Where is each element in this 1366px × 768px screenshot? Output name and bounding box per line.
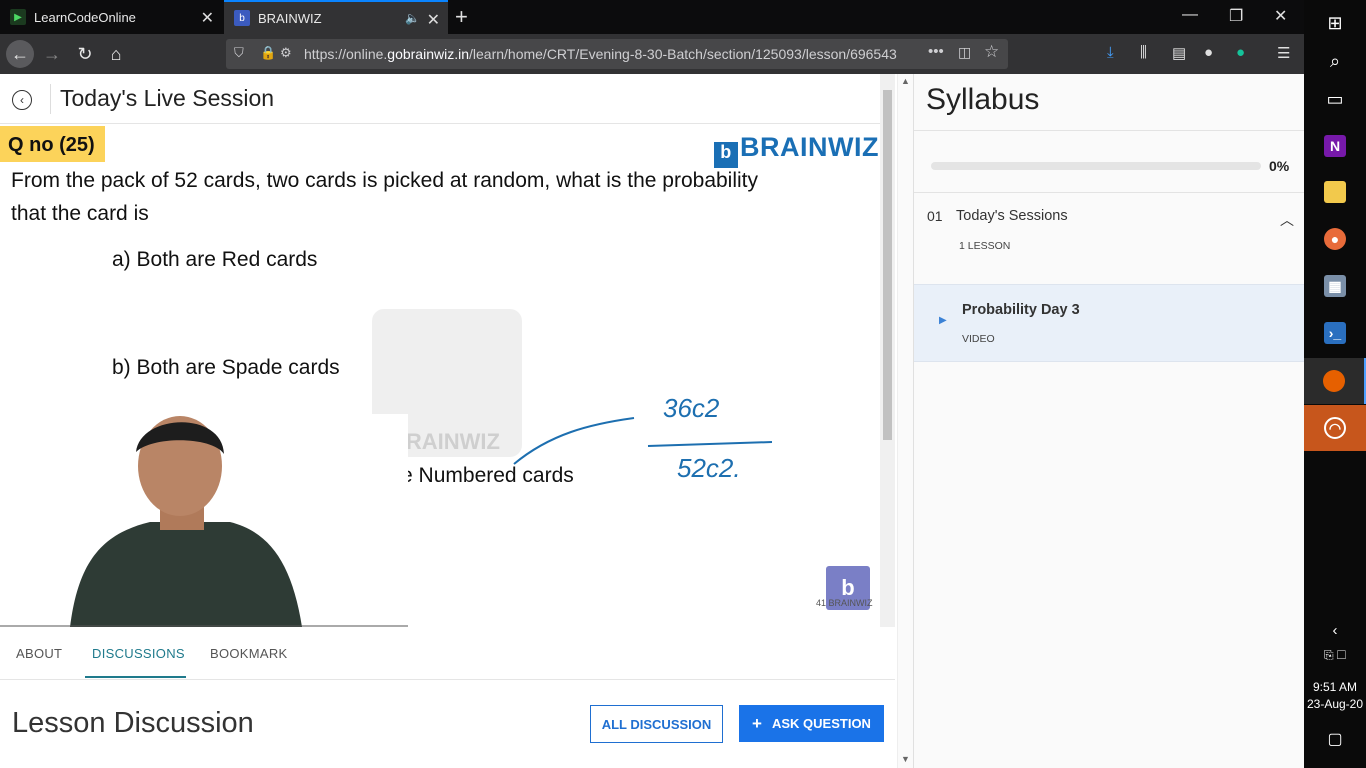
- progress-percent: 0%: [1269, 158, 1290, 174]
- question-line-1: From the pack of 52 cards, two cards is …: [11, 169, 759, 192]
- fraction-numerator: 36c2: [663, 393, 720, 423]
- pocket-icon[interactable]: ◫: [958, 44, 971, 61]
- new-tab-button[interactable]: +: [455, 4, 468, 30]
- download-icon[interactable]: ⤓: [1107, 44, 1114, 61]
- grammarly-icon[interactable]: ●: [1236, 44, 1245, 61]
- shield-icon[interactable]: ⛉: [234, 45, 244, 61]
- scrollbar-thumb[interactable]: [883, 90, 892, 440]
- chevron-up-icon[interactable]: ︿: [1280, 210, 1294, 230]
- notifications-icon[interactable]: ▢: [1304, 716, 1366, 762]
- clock[interactable]: 9:51 AM 23-Aug-20: [1304, 679, 1366, 713]
- restore-button[interactable]: ❐: [1229, 6, 1243, 26]
- back-arrow-icon[interactable]: ‹: [12, 90, 32, 110]
- browser-window: ▶ LearnCodeOnline ✕ b BRAINWIZ 🔈 ✕ + — ❐…: [0, 0, 1305, 768]
- windows-taskbar: ⊞ ⌕ ▭ N ● ▦ ›_ ◠ ‹ ⎘ ☐ 9:51 AM 23-Aug-20…: [1304, 0, 1366, 768]
- menu-icon[interactable]: ☰: [1277, 44, 1290, 62]
- ask-question-label: ASK QUESTION: [771, 716, 871, 731]
- corner-logo-text: 41 BRAINWIZ: [816, 598, 873, 608]
- divider: [50, 84, 51, 114]
- scroll-down-icon[interactable]: ▼: [901, 754, 910, 764]
- learncodeonline-favicon-icon: ▶: [10, 9, 26, 25]
- permissions-icon[interactable]: ⚙: [280, 45, 292, 61]
- clock-time: 9:51 AM: [1312, 680, 1358, 694]
- onenote-icon[interactable]: N: [1304, 123, 1366, 169]
- presenter-video: [0, 414, 408, 627]
- brainwiz-logo: b BRAINWIZ: [714, 132, 879, 168]
- lesson-header: ‹ Today's Live Session: [0, 74, 895, 124]
- video-scrollbar[interactable]: [880, 74, 895, 627]
- section-title: Today's Sessions: [956, 208, 1068, 224]
- brainwiz-logo-icon: b: [714, 142, 738, 168]
- clock-date: 23-Aug-20: [1306, 697, 1364, 711]
- ask-question-button[interactable]: + ASK QUESTION: [739, 705, 884, 742]
- all-discussion-button[interactable]: ALL DISCUSSION: [590, 705, 723, 743]
- progress-bar: [931, 162, 1261, 170]
- file-explorer-icon[interactable]: [1304, 169, 1366, 215]
- network-icon[interactable]: ⎘ ☐: [1304, 632, 1366, 678]
- section-number: 01: [927, 208, 943, 224]
- page-title: Today's Live Session: [60, 85, 275, 111]
- divider: [914, 130, 1305, 131]
- task-view-icon[interactable]: ▭: [1304, 76, 1366, 122]
- page-scrollbar[interactable]: ▲ ▼: [897, 74, 913, 768]
- plus-icon: +: [752, 713, 762, 733]
- active-tab-indicator: [85, 676, 186, 678]
- sidebar-icon[interactable]: ▤: [1172, 44, 1186, 62]
- url-text: https://online.gobrainwiz.in/learn/home/…: [304, 46, 897, 62]
- photos-icon[interactable]: ◠: [1304, 405, 1366, 451]
- calculator-icon[interactable]: ▦: [1304, 263, 1366, 309]
- forward-button[interactable]: →: [38, 40, 66, 68]
- tab-label: LearnCodeOnline: [34, 9, 136, 25]
- lesson-type: VIDEO: [962, 333, 995, 345]
- handwriting-annotation: 36c2 52c2.: [513, 393, 773, 483]
- page-actions-icon[interactable]: •••: [928, 43, 944, 60]
- option-a: a) Both are Red cards: [112, 248, 318, 271]
- question-number: Q no (25): [0, 126, 105, 162]
- option-b: b) Both are Spade cards: [112, 356, 340, 379]
- minimize-button[interactable]: —: [1182, 6, 1198, 24]
- bookmark-star-icon[interactable]: ☆: [984, 42, 999, 62]
- firefox-icon[interactable]: [1304, 358, 1366, 404]
- close-tab-icon[interactable]: ✕: [201, 8, 214, 28]
- nav-bar: ← → ↻ ⌂ ⛉ 🔒 ⚙ https://online.gobrainwiz.…: [0, 34, 1304, 74]
- scroll-up-icon[interactable]: ▲: [901, 76, 910, 86]
- powershell-icon[interactable]: ›_: [1304, 310, 1366, 356]
- account-icon[interactable]: ●: [1204, 44, 1213, 61]
- lesson-tabs: ABOUT DISCUSSIONS BOOKMARK: [0, 630, 895, 680]
- tab-bookmark[interactable]: BOOKMARK: [210, 646, 288, 661]
- section-lesson-count: 1 LESSON: [959, 240, 1011, 252]
- tab-strip: ▶ LearnCodeOnline ✕ b BRAINWIZ 🔈 ✕ + — ❐…: [0, 0, 1304, 34]
- brainwiz-favicon-icon: b: [234, 10, 250, 26]
- address-bar[interactable]: ⛉ 🔒 ⚙ https://online.gobrainwiz.in/learn…: [226, 39, 1008, 69]
- close-tab-icon[interactable]: ✕: [427, 10, 440, 30]
- tab-discussions[interactable]: DISCUSSIONS: [92, 646, 185, 661]
- syllabus-title: Syllabus: [926, 83, 1040, 116]
- media-player-icon[interactable]: ●: [1304, 216, 1366, 262]
- divider: [914, 192, 1305, 193]
- speaker-icon[interactable]: 🔈: [405, 11, 420, 25]
- lesson-item[interactable]: ▶ Probability Day 3 VIDEO: [914, 284, 1305, 362]
- tab-about[interactable]: ABOUT: [16, 646, 62, 661]
- tab-brainwiz[interactable]: b BRAINWIZ 🔈 ✕: [224, 0, 448, 34]
- syllabus-panel: Syllabus 0% 01 Today's Sessions ︿ 1 LESS…: [913, 74, 1305, 768]
- video-player[interactable]: Q no (25) b BRAINWIZ From the pack of 52 …: [0, 124, 880, 627]
- home-button[interactable]: ⌂: [102, 40, 130, 68]
- lock-icon[interactable]: 🔒: [260, 45, 276, 61]
- close-window-button[interactable]: ✕: [1274, 6, 1287, 26]
- tab-learncodeonline[interactable]: ▶ LearnCodeOnline ✕: [0, 0, 222, 34]
- question-line-2: that the card is: [11, 202, 149, 225]
- library-icon[interactable]: ⫼: [1140, 44, 1147, 61]
- back-button[interactable]: ←: [6, 40, 34, 68]
- fraction-denominator: 52c2.: [677, 453, 741, 483]
- lesson-title: Probability Day 3: [962, 302, 1080, 318]
- play-icon: ▶: [939, 315, 947, 326]
- reload-button[interactable]: ↻: [71, 40, 99, 68]
- discussion-heading: Lesson Discussion: [12, 707, 254, 739]
- tab-label: BRAINWIZ: [258, 10, 322, 26]
